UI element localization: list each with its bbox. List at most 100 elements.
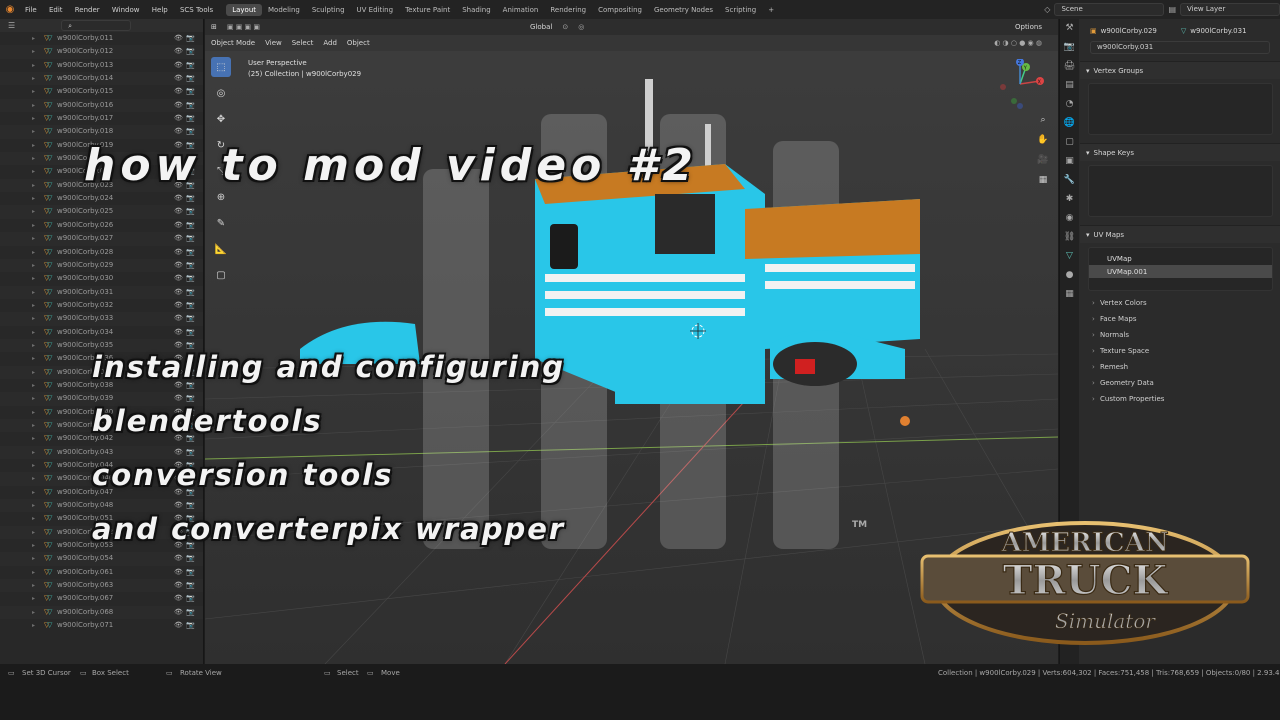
expand-arrow-icon[interactable]: ▸ [32, 432, 35, 445]
visibility-eye-icon[interactable]: 👁 [174, 606, 183, 619]
render-camera-icon[interactable]: 📷 [186, 579, 195, 592]
visibility-eye-icon[interactable]: 👁 [174, 45, 183, 58]
visibility-eye-icon[interactable]: 👁 [174, 59, 183, 72]
render-camera-icon[interactable]: 📷 [186, 125, 195, 138]
vertex-groups-list[interactable] [1088, 83, 1273, 135]
menu-edit[interactable]: Edit [49, 6, 63, 14]
visibility-eye-icon[interactable]: 👁 [174, 579, 183, 592]
texture-space-panel[interactable]: › Texture Space [1080, 343, 1280, 359]
expand-arrow-icon[interactable]: ▸ [32, 32, 35, 45]
render-camera-icon[interactable]: 📷 [186, 232, 195, 245]
render-camera-icon[interactable]: 📷 [186, 499, 195, 512]
outliner-search-input[interactable]: ⌕ [61, 20, 132, 31]
menu-file[interactable]: File [25, 6, 37, 14]
expand-arrow-icon[interactable]: ▸ [32, 619, 35, 632]
visibility-eye-icon[interactable]: 👁 [174, 219, 183, 232]
mesh-data-field[interactable]: w900lCorby.031 [1090, 40, 1270, 54]
outliner-row[interactable]: ▸ ▽ ▽ w900lCorby.068 👁 📷 [0, 605, 203, 620]
normals-panel[interactable]: › Normals [1080, 327, 1280, 343]
expand-arrow-icon[interactable]: ▸ [32, 152, 35, 165]
visibility-eye-icon[interactable]: 👁 [174, 552, 183, 565]
outliner-row[interactable]: ▸ ▽ ▽ w900lCorby.018 👁 📷 [0, 125, 203, 139]
visibility-eye-icon[interactable]: 👁 [174, 99, 183, 112]
visibility-eye-icon[interactable]: 👁 [174, 85, 183, 98]
outliner-row[interactable]: ▸ ▽ ▽ w900lCorby.011 👁 📷 [0, 32, 203, 45]
outliner-row[interactable]: ▸ ▽ ▽ w900lCorby.048 👁 📷 [0, 499, 203, 513]
tab-scripting[interactable]: Scripting [719, 4, 762, 16]
render-camera-icon[interactable]: 📷 [186, 619, 195, 632]
view-layer-field[interactable]: View Layer [1180, 3, 1280, 16]
visibility-eye-icon[interactable]: 👁 [174, 246, 183, 259]
render-camera-icon[interactable]: 📷 [186, 592, 195, 605]
render-camera-icon[interactable]: 📷 [186, 552, 195, 565]
output-tab-icon[interactable]: 🖨 [1060, 57, 1079, 76]
tab-uv-editing[interactable]: UV Editing [351, 4, 400, 16]
shape-keys-panel[interactable]: ▾ Shape Keys [1080, 143, 1280, 161]
expand-arrow-icon[interactable]: ▸ [32, 526, 35, 539]
view-layer-tab-icon[interactable]: ▤ [1060, 76, 1079, 95]
expand-arrow-icon[interactable]: ▸ [32, 232, 35, 245]
visibility-eye-icon[interactable]: 👁 [174, 72, 183, 85]
menu-scs-tools[interactable]: SCS Tools [180, 6, 213, 14]
expand-arrow-icon[interactable]: ▸ [32, 205, 35, 218]
expand-arrow-icon[interactable]: ▸ [32, 472, 35, 485]
expand-arrow-icon[interactable]: ▸ [32, 45, 35, 58]
material-tab-icon[interactable]: ● [1060, 266, 1079, 285]
menu-help[interactable]: Help [152, 6, 168, 14]
expand-arrow-icon[interactable]: ▸ [32, 579, 35, 592]
outliner-row[interactable]: ▸ ▽ ▽ w900lCorby.014 👁 📷 [0, 72, 203, 86]
add-menu[interactable]: Add [323, 39, 337, 47]
annotate-tool-icon[interactable]: ✎ [211, 213, 231, 233]
editor-type-icon[interactable]: ⊞ [211, 23, 217, 31]
tab-animation[interactable]: Animation [497, 4, 545, 16]
visibility-eye-icon[interactable]: 👁 [174, 192, 183, 205]
expand-arrow-icon[interactable]: ▸ [32, 539, 35, 552]
visibility-eye-icon[interactable]: 👁 [174, 619, 183, 632]
measure-tool-icon[interactable]: 📐 [211, 239, 231, 259]
render-camera-icon[interactable]: 📷 [186, 192, 195, 205]
expand-arrow-icon[interactable]: ▸ [32, 125, 35, 138]
zoom-icon[interactable]: ⌕ [1035, 115, 1051, 131]
visibility-eye-icon[interactable]: 👁 [174, 32, 183, 45]
uv-map-item[interactable]: UVMap [1089, 252, 1272, 265]
render-camera-icon[interactable]: 📷 [186, 246, 195, 259]
outliner-row[interactable]: ▸ ▽ ▽ w900lCorby.025 👁 📷 [0, 205, 203, 219]
expand-arrow-icon[interactable]: ▸ [32, 179, 35, 192]
visibility-eye-icon[interactable]: 👁 [174, 125, 183, 138]
expand-arrow-icon[interactable]: ▸ [32, 592, 35, 605]
outliner-row[interactable]: ▸ ▽ ▽ w900lCorby.028 👁 📷 [0, 246, 203, 259]
outliner-row[interactable]: ▸ ▽ ▽ w900lCorby.067 👁 📷 [0, 592, 203, 605]
select-box-tool-icon[interactable]: ⬚ [211, 57, 231, 77]
custom-properties-panel[interactable]: › Custom Properties [1080, 391, 1280, 407]
expand-arrow-icon[interactable]: ▸ [32, 139, 35, 152]
visibility-eye-icon[interactable]: 👁 [174, 312, 183, 325]
tab-rendering[interactable]: Rendering [544, 4, 592, 16]
tab-shading[interactable]: Shading [456, 4, 496, 16]
render-camera-icon[interactable]: 📷 [186, 85, 195, 98]
outliner-row[interactable]: ▸ ▽ ▽ w900lCorby.061 👁 📷 [0, 566, 203, 579]
render-camera-icon[interactable]: 📷 [186, 205, 195, 218]
expand-arrow-icon[interactable]: ▸ [32, 446, 35, 459]
outliner-row[interactable]: ▸ ▽ ▽ w900lCorby.012 👁 📷 [0, 45, 203, 59]
render-camera-icon[interactable]: 📷 [186, 312, 195, 325]
modifier-tab-icon[interactable]: 🔧 [1060, 171, 1079, 190]
outliner-row[interactable]: ▸ ▽ ▽ w900lCorby.063 👁 📷 [0, 579, 203, 593]
render-camera-icon[interactable]: 📷 [186, 566, 195, 579]
expand-arrow-icon[interactable]: ▸ [32, 552, 35, 565]
expand-arrow-icon[interactable]: ▸ [32, 59, 35, 72]
object-mode-select[interactable]: Object Mode [211, 39, 255, 47]
outliner-row[interactable]: ▸ ▽ ▽ w900lCorby.017 👁 📷 [0, 112, 203, 125]
blender-logo-icon[interactable]: ◉ [4, 4, 16, 16]
outliner-row[interactable]: ▸ ▽ ▽ w900lCorby.034 👁 📷 [0, 326, 203, 339]
outliner-row[interactable]: ▸ ▽ ▽ w900lCorby.015 👁 📷 [0, 85, 203, 98]
collection-tab-icon[interactable]: ▢ [1060, 133, 1079, 152]
expand-arrow-icon[interactable]: ▸ [32, 272, 35, 285]
visibility-eye-icon[interactable]: 👁 [174, 299, 183, 312]
tab-modeling[interactable]: Modeling [262, 4, 306, 16]
object-tab-icon[interactable]: ▣ [1060, 152, 1079, 171]
render-camera-icon[interactable]: 📷 [186, 446, 195, 459]
expand-arrow-icon[interactable]: ▸ [32, 566, 35, 579]
vertex-groups-panel[interactable]: ▾ Vertex Groups [1080, 61, 1280, 79]
editor-type-icon[interactable]: ☰ [8, 21, 15, 30]
render-camera-icon[interactable]: 📷 [186, 272, 195, 285]
